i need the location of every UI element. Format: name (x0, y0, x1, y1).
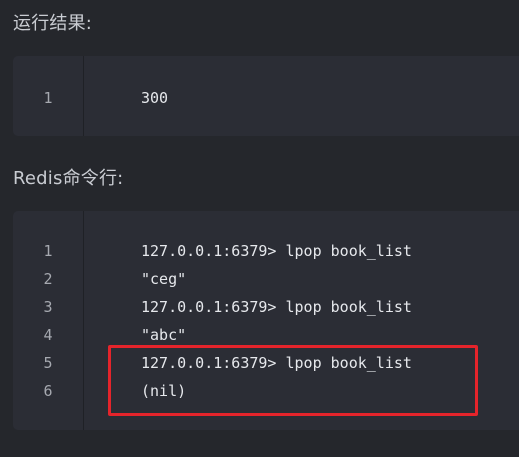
highlight-annotation-box (108, 345, 478, 416)
code-line: "ceg" (141, 270, 187, 288)
result-heading: 运行结果: (13, 13, 93, 34)
line-number: 4 (43, 326, 53, 344)
line-number: 6 (43, 382, 53, 400)
line-number: 5 (43, 354, 53, 372)
line-number: 2 (43, 270, 53, 288)
redis-heading: Redis命令行: (13, 168, 124, 189)
line-number: 1 (43, 242, 53, 260)
line-number: 3 (43, 298, 53, 316)
code-line: 127.0.0.1:6379> lpop book_list (141, 298, 412, 316)
result-code-block: 1 300 (13, 56, 519, 136)
code-line: 300 (141, 89, 169, 107)
line-number: 1 (43, 89, 53, 107)
code-line: 127.0.0.1:6379> lpop book_list (141, 242, 412, 260)
